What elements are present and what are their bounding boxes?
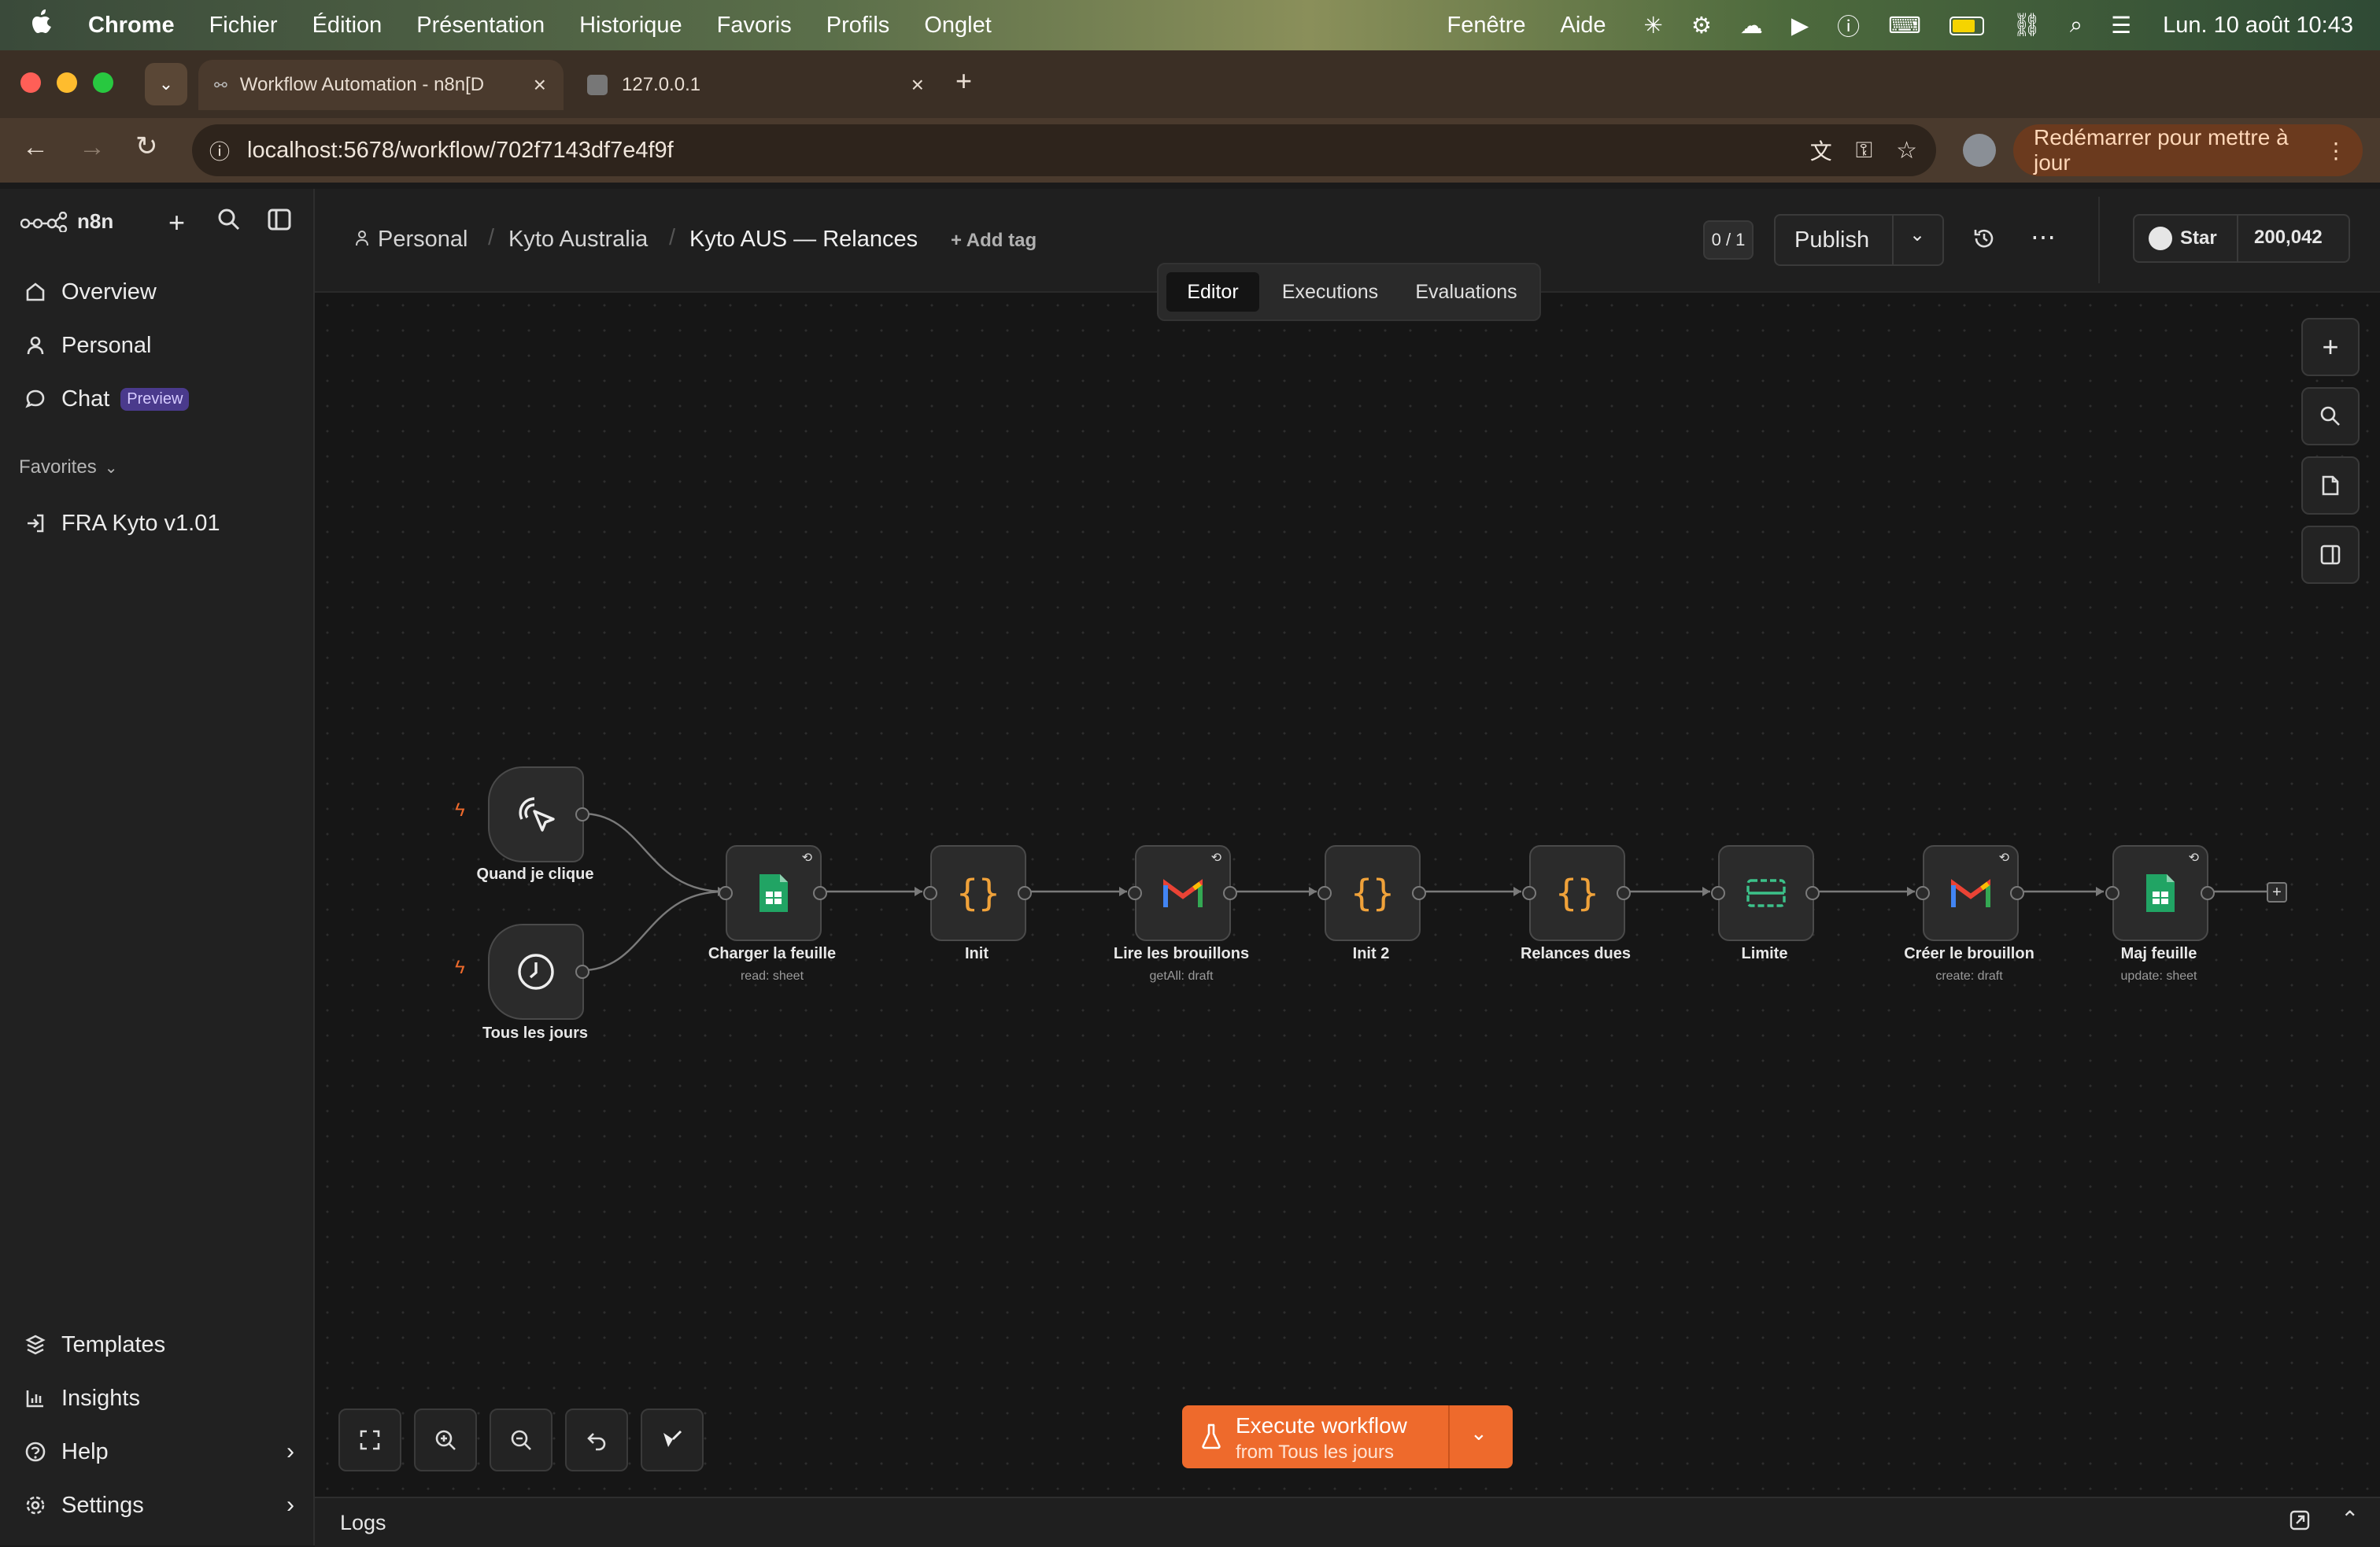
node-creer-le-brouillon[interactable]: ⟲ — [1923, 845, 2019, 941]
node-label: Init 2 — [1352, 945, 1390, 962]
gmail-icon — [1951, 879, 1990, 907]
input-port[interactable] — [1522, 886, 1536, 900]
output-port[interactable] — [1018, 886, 1032, 900]
node-lire-les-brouillons[interactable]: ⟲ — [1135, 845, 1231, 941]
execute-label: Execute workflow — [1236, 1413, 1407, 1438]
input-port[interactable] — [1711, 886, 1725, 900]
input-port[interactable] — [1916, 886, 1930, 900]
tidy-up-button[interactable] — [641, 1409, 704, 1471]
node-subtitle: getAll: draft — [1149, 969, 1214, 983]
node-label: Init — [965, 945, 989, 962]
node-charger-la-feuille[interactable]: ⟲ — [726, 845, 822, 941]
limit-icon — [1746, 879, 1786, 907]
node-label: Maj feuille — [2120, 945, 2197, 962]
undo-icon — [587, 1433, 606, 1451]
node-subtitle: update: sheet — [2120, 969, 2197, 983]
node-init[interactable]: {} — [930, 845, 1026, 941]
trigger-bolt-icon: ϟ — [455, 799, 465, 821]
node-tous-les-jours[interactable] — [488, 924, 584, 1020]
pointer-click-icon — [519, 797, 555, 832]
undo-button[interactable] — [565, 1409, 628, 1471]
input-port[interactable] — [2105, 886, 2119, 900]
node-connections — [582, 812, 2267, 972]
output-port[interactable] — [575, 807, 589, 821]
node-limite[interactable] — [1718, 845, 1814, 941]
zoom-in-icon — [435, 1430, 456, 1450]
flask-icon — [1201, 1423, 1221, 1453]
node-maj-feuille[interactable]: ⟲ — [2112, 845, 2208, 941]
google-sheets-icon — [759, 874, 788, 912]
add-next-node-button[interactable]: + — [2267, 882, 2287, 903]
execute-workflow-button[interactable]: Execute workflow from Tous les jours ⌄ — [1182, 1405, 1513, 1468]
output-port[interactable] — [2010, 886, 2024, 900]
node-quand-je-clique[interactable] — [488, 766, 584, 862]
node-label: Charger la feuille — [708, 945, 837, 962]
fit-view-button[interactable] — [338, 1409, 401, 1471]
logs-panel-bar[interactable]: Logs ⌃ — [315, 1497, 2380, 1547]
zoom-out-icon — [511, 1430, 531, 1450]
execute-sublabel: from Tous les jours — [1236, 1442, 1394, 1463]
chevron-up-icon[interactable]: ⌃ — [2341, 1506, 2359, 1532]
sync-badge-icon: ⟲ — [1998, 851, 2009, 865]
trigger-bolt-icon: ϟ — [455, 957, 465, 978]
node-label: Tous les jours — [482, 1025, 589, 1042]
zoom-in-button[interactable] — [414, 1409, 477, 1471]
node-label: Quand je clique — [476, 866, 594, 883]
output-port[interactable] — [813, 886, 827, 900]
code-braces-icon: {} — [1555, 872, 1599, 914]
logs-label: Logs — [340, 1511, 386, 1534]
execute-dropdown-chevron-icon[interactable]: ⌄ — [1470, 1421, 1488, 1445]
input-port[interactable] — [1318, 886, 1332, 900]
output-port[interactable] — [1223, 886, 1237, 900]
node-subtitle: read: sheet — [740, 969, 804, 983]
broom-icon — [663, 1430, 682, 1447]
sync-badge-icon: ⟲ — [801, 851, 812, 865]
input-port[interactable] — [923, 886, 937, 900]
zoom-out-button[interactable] — [490, 1409, 552, 1471]
execute-divider — [1448, 1405, 1450, 1468]
input-port[interactable] — [1128, 886, 1142, 900]
output-port[interactable] — [575, 965, 589, 979]
node-init-2[interactable]: {} — [1325, 845, 1421, 941]
input-port[interactable] — [719, 886, 733, 900]
clock-icon — [518, 954, 554, 990]
google-sheets-icon — [2146, 874, 2175, 912]
sync-badge-icon: ⟲ — [1210, 851, 1221, 865]
output-port[interactable] — [1617, 886, 1631, 900]
code-braces-icon: {} — [1351, 872, 1395, 914]
node-label: Limite — [1741, 945, 1788, 962]
node-label: Créer le brouillon — [1904, 945, 2034, 962]
output-port[interactable] — [2201, 886, 2215, 900]
gmail-icon — [1163, 879, 1203, 907]
node-label: Relances dues — [1520, 945, 1632, 962]
code-braces-icon: {} — [956, 872, 1000, 914]
node-relances-dues[interactable]: {} — [1529, 845, 1625, 941]
output-port[interactable] — [1805, 886, 1820, 900]
pop-out-icon[interactable] — [2289, 1509, 2311, 1535]
output-port[interactable] — [1412, 886, 1426, 900]
fit-view-icon — [360, 1430, 380, 1450]
node-subtitle: create: draft — [1935, 969, 2003, 983]
node-label: Lire les brouillons — [1113, 945, 1250, 962]
sync-badge-icon: ⟲ — [2188, 851, 2199, 865]
